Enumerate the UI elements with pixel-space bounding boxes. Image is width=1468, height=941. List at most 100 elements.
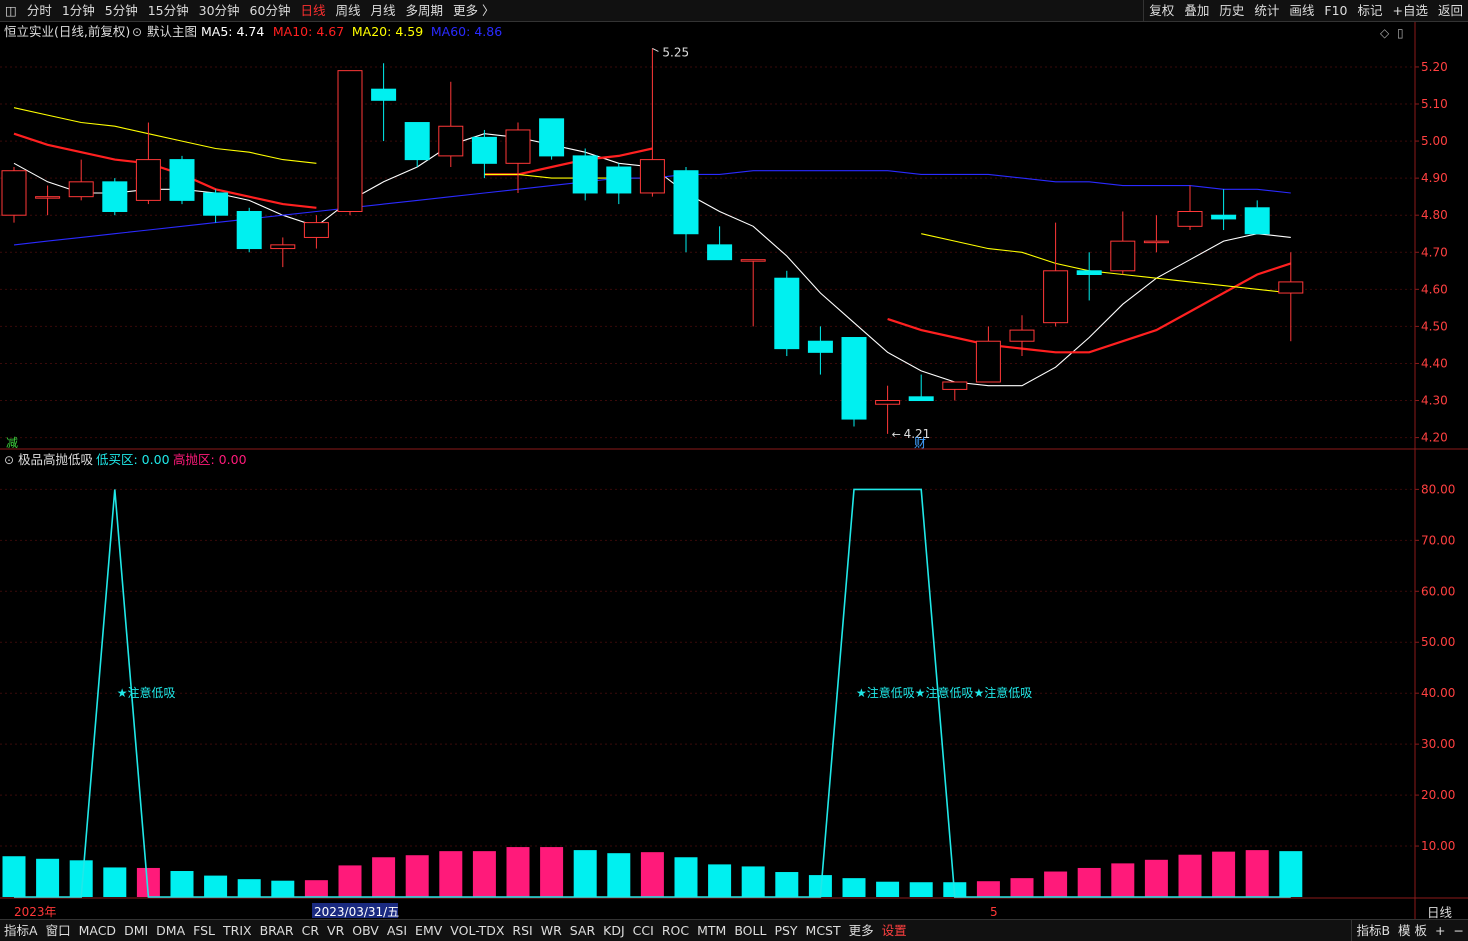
candle-body[interactable]: [337, 70, 363, 212]
indicator-tab-9[interactable]: VR: [323, 920, 348, 941]
indicator-bar[interactable]: [607, 853, 631, 897]
candle-body[interactable]: [102, 181, 128, 212]
indicator-bar[interactable]: [876, 881, 900, 897]
back-button[interactable]: 返回: [1433, 0, 1468, 22]
indicator-bar[interactable]: [540, 847, 564, 897]
candle-body[interactable]: [707, 244, 733, 261]
stats-button[interactable]: 统计: [1249, 0, 1284, 22]
indicator-bar[interactable]: [237, 879, 261, 897]
indicator-bar[interactable]: [573, 850, 597, 897]
indicator-bar[interactable]: [640, 852, 664, 897]
indicator-tab-0[interactable]: 指标A: [0, 920, 42, 941]
candle-body[interactable]: [908, 396, 934, 402]
candle-body[interactable]: [572, 155, 598, 194]
indicator-bar[interactable]: [304, 880, 328, 897]
candle-body[interactable]: [774, 277, 800, 350]
indicator-tab-15[interactable]: WR: [537, 920, 566, 941]
candle-body[interactable]: [1043, 270, 1069, 324]
candle-body[interactable]: [740, 259, 766, 262]
indicator-tab-11[interactable]: ASI: [383, 920, 411, 941]
chart-area[interactable]: 5.20 5.10 5.00 4.90 4.80 4.70 4.60 4.50 4.40 4.30…: [0, 22, 1468, 919]
indicator-bar[interactable]: [472, 851, 496, 897]
candle-body[interactable]: [807, 340, 833, 353]
indicator-bar[interactable]: [909, 882, 933, 897]
candle-body[interactable]: [606, 166, 632, 194]
bottom-right-item-0[interactable]: 指标B: [1351, 919, 1394, 941]
indicator-tab-1[interactable]: 窗口: [42, 920, 75, 941]
f10-button[interactable]: F10: [1319, 0, 1352, 22]
indicator-bar[interactable]: [372, 857, 396, 897]
add-watchlist-button[interactable]: +自选: [1388, 0, 1433, 22]
indicator-bar[interactable]: [775, 872, 799, 897]
candle-body[interactable]: [875, 400, 901, 405]
indicator-bar[interactable]: [1144, 859, 1168, 897]
indicator-bar[interactable]: [405, 855, 429, 897]
mark-button[interactable]: 标记: [1352, 0, 1387, 22]
indicator-bar[interactable]: [1077, 867, 1101, 897]
indicator-tab-8[interactable]: CR: [298, 920, 323, 941]
indicator-bar[interactable]: [506, 847, 530, 897]
history-button[interactable]: 历史: [1214, 0, 1249, 22]
period-multi[interactable]: 多周期: [401, 0, 449, 22]
period-daily[interactable]: 日线: [295, 0, 330, 22]
candle-body[interactable]: [1076, 270, 1102, 276]
indicator-tab-13[interactable]: VOL-TDX: [446, 920, 508, 941]
indicator-bar[interactable]: [1010, 878, 1034, 897]
period-15min[interactable]: 15分钟: [143, 0, 194, 22]
candle-body[interactable]: [35, 196, 61, 199]
indicator-tab-2[interactable]: MACD: [75, 920, 120, 941]
candle-body[interactable]: [975, 340, 1001, 383]
period-60min[interactable]: 60分钟: [245, 0, 296, 22]
candle-body[interactable]: [1177, 210, 1203, 227]
period-5min[interactable]: 5分钟: [100, 0, 143, 22]
indicator-bar[interactable]: [976, 881, 1000, 897]
indicator-bar[interactable]: [36, 858, 60, 897]
indicator-bar[interactable]: [1111, 863, 1135, 897]
indicator-tab-14[interactable]: RSI: [508, 920, 536, 941]
candle-body[interactable]: [841, 337, 867, 420]
period-30min[interactable]: 30分钟: [194, 0, 245, 22]
bottom-right-item-3[interactable]: −: [1450, 920, 1468, 941]
period-fenshi[interactable]: 分时: [22, 0, 57, 22]
indicator-tab-3[interactable]: DMI: [120, 920, 152, 941]
candle-body[interactable]: [270, 244, 296, 250]
candle-body[interactable]: [438, 125, 464, 157]
overlay-button[interactable]: 叠加: [1179, 0, 1214, 22]
candle-body[interactable]: [639, 159, 665, 194]
indicator-bar[interactable]: [439, 851, 463, 897]
indicator-tab-4[interactable]: DMA: [152, 920, 189, 941]
indicator-tab-23[interactable]: MCST: [802, 920, 845, 941]
period-1min[interactable]: 1分钟: [57, 0, 100, 22]
indicator-bar[interactable]: [674, 857, 698, 897]
candle-body[interactable]: [68, 181, 94, 198]
indicator-bar[interactable]: [842, 878, 866, 897]
restore-rights-button[interactable]: 复权: [1143, 0, 1179, 22]
indicator-tab-7[interactable]: BRAR: [256, 920, 298, 941]
period-more[interactable]: 更多 〉: [448, 0, 499, 22]
candle-body[interactable]: [169, 159, 195, 201]
indicator-bar[interactable]: [1212, 851, 1236, 897]
indicator-tab-12[interactable]: EMV: [411, 920, 446, 941]
indicator-bar[interactable]: [1178, 854, 1202, 897]
draw-button[interactable]: 画线: [1284, 0, 1319, 22]
indicator-tab-20[interactable]: MTM: [693, 920, 730, 941]
indicator-tab-21[interactable]: BOLL: [730, 920, 770, 941]
candle-body[interactable]: [1, 170, 27, 216]
candle-body[interactable]: [1143, 240, 1169, 244]
indicator-tab-10[interactable]: OBV: [348, 920, 383, 941]
candle-body[interactable]: [371, 88, 397, 101]
indicator-tab-16[interactable]: SAR: [566, 920, 599, 941]
indicator-bar[interactable]: [103, 867, 127, 897]
candle-body[interactable]: [505, 129, 531, 164]
indicator-tab-5[interactable]: FSL: [189, 920, 219, 941]
candle-body[interactable]: [1211, 214, 1237, 220]
candle-body[interactable]: [1110, 240, 1136, 272]
candle-body[interactable]: [1278, 281, 1304, 294]
indicator-tab-6[interactable]: TRIX: [219, 920, 256, 941]
indicator-bar[interactable]: [170, 871, 194, 897]
candle-body[interactable]: [303, 222, 329, 238]
period-monthly[interactable]: 月线: [365, 0, 400, 22]
bottom-right-item-1[interactable]: 模 板: [1394, 920, 1431, 941]
indicator-bar[interactable]: [708, 864, 732, 897]
indicator-bar[interactable]: [2, 856, 26, 897]
